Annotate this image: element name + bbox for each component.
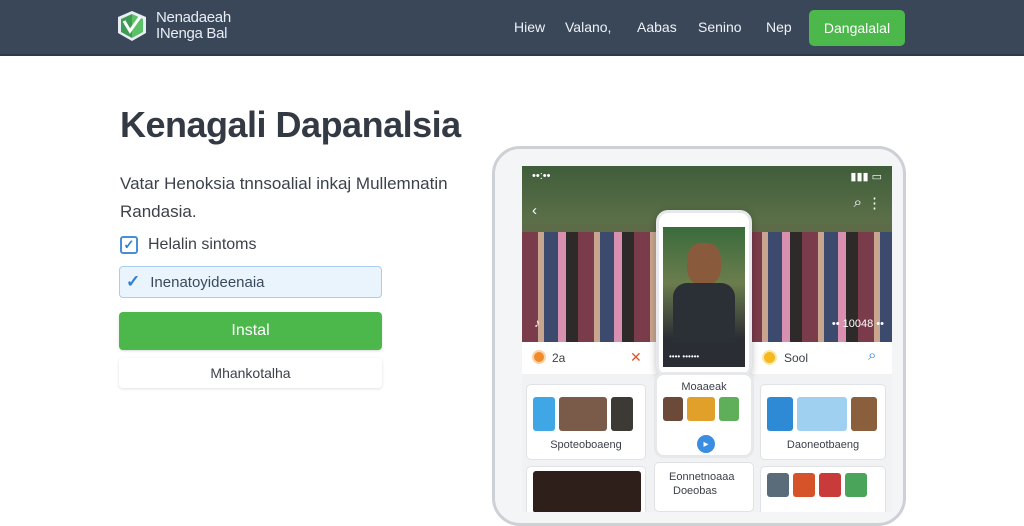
video-card[interactable] [526, 466, 646, 512]
card-text: Eonnetnoaaa [669, 471, 735, 483]
person-image [687, 243, 721, 285]
brand-line-2: INenga Bal [156, 25, 228, 42]
card-thumbnails [663, 397, 739, 421]
inner-caption: •••• •••••• [669, 352, 700, 361]
check-icon: ✓ [126, 272, 141, 291]
video-caption: •• 10048 •• [831, 318, 884, 330]
like-icon[interactable] [532, 350, 546, 364]
app-card-3[interactable]: Daoneotbaeng [760, 384, 886, 460]
share-icon[interactable]: ✕ [630, 349, 642, 366]
app-thumbnail [533, 397, 555, 431]
app-thumbnail [793, 473, 815, 497]
inner-app-card[interactable]: Moaaeak ▸ [654, 372, 754, 458]
page-title: Kenagali Dapanalsia [120, 104, 461, 145]
music-note-icon: ♪ [534, 316, 540, 330]
like-count: 2a [552, 351, 566, 365]
app-thumbnail [663, 397, 683, 421]
card-label: Spoteoboaeng [550, 439, 622, 451]
card-thumbnails [767, 397, 877, 431]
app-thumbnail [687, 397, 715, 421]
page-description: Vatar Henoksia tnnsoalial inkaj Mullemna… [120, 174, 448, 221]
nav-link-2[interactable]: Valano, [565, 19, 611, 35]
app-thumbnail [559, 397, 607, 431]
app-card-6[interactable] [760, 466, 886, 512]
back-arrow-icon[interactable]: ‹ [532, 202, 537, 219]
bottom-app-card[interactable]: Eonnetnoaaa Doeobas [654, 462, 754, 512]
more-icon[interactable]: ⋮ [867, 194, 882, 212]
nav-link-4[interactable]: Senino [698, 19, 742, 35]
user-avatar[interactable] [762, 350, 777, 365]
selected-option-label: Inenatoyideenaia [150, 273, 265, 291]
inner-phone-screen: •••• •••••• [663, 227, 745, 367]
app-thumbnail [851, 397, 877, 431]
card-thumbnails [533, 397, 633, 431]
secondary-button[interactable]: Mhankotalha [119, 358, 382, 388]
play-icon[interactable]: ▸ [697, 435, 715, 453]
brand-line-1: Nenadaeah [156, 9, 231, 26]
selected-option-field[interactable]: ✓ Inenatoyideenaia [119, 266, 382, 298]
install-button[interactable]: Instal [119, 312, 382, 350]
search-icon[interactable]: ⌕ [854, 194, 862, 211]
app-thumbnail [797, 397, 847, 431]
app-thumbnail [767, 397, 793, 431]
brand-name[interactable]: Nenadaeah INenga Bal [156, 10, 231, 42]
search-icon[interactable]: ⌕ [868, 347, 876, 364]
header-cta-button[interactable]: Dangalalal [809, 10, 905, 46]
app-card-1[interactable]: Spoteoboaeng [526, 384, 646, 460]
top-navigation-bar: Nenadaeah INenga Bal Hiew Valano, Aabas … [0, 0, 1024, 56]
app-logo-icon[interactable] [116, 9, 148, 43]
inner-phone-preview[interactable]: •••• •••••• [656, 210, 752, 378]
checkbox-label: Helalin sintoms [148, 236, 257, 253]
option-checkbox-row[interactable]: ✓ Helalin sintoms [120, 236, 256, 254]
nav-link-5[interactable]: Nep [766, 19, 792, 35]
nav-link-1[interactable]: Hiew [514, 19, 545, 35]
checkbox-checked-icon[interactable]: ✓ [120, 236, 138, 254]
person-image [673, 283, 735, 343]
card-label: Moaaeak [681, 381, 727, 393]
app-thumbnail [719, 397, 739, 421]
card-thumbnails [767, 473, 867, 497]
video-card-thumbnail [533, 471, 641, 512]
app-thumbnail [819, 473, 841, 497]
username: Sool [784, 351, 809, 365]
app-thumbnail [611, 397, 633, 431]
signal-battery-icon: ▮▮▮ ▭ [850, 171, 882, 183]
card-text: Doeobas [673, 485, 718, 497]
app-thumbnail [767, 473, 789, 497]
status-bar-time: ••:•• [532, 170, 551, 182]
card-label: Daoneotbaeng [786, 439, 860, 451]
nav-link-3[interactable]: Aabas [637, 19, 677, 35]
app-thumbnail [845, 473, 867, 497]
